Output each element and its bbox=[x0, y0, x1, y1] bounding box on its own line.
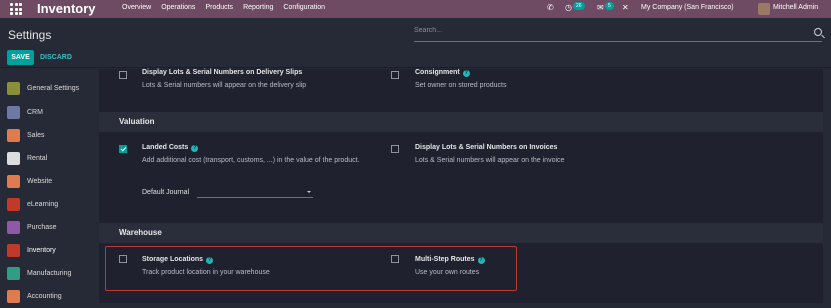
settings-sidebar: General Settings CRM Sales Rental Websit… bbox=[0, 69, 98, 303]
manufacturing-icon bbox=[7, 267, 20, 280]
setting-description: Lots & Serial numbers will appear on the… bbox=[415, 157, 565, 164]
menu-overview[interactable]: Overview bbox=[122, 4, 151, 11]
app-menu-icon[interactable] bbox=[10, 3, 22, 15]
inventory-icon bbox=[7, 244, 20, 257]
section-valuation: Valuation bbox=[99, 112, 823, 132]
sidebar-item-label: Rental bbox=[27, 155, 48, 162]
search-icon[interactable] bbox=[814, 28, 822, 36]
sidebar-item-website[interactable]: Website bbox=[0, 171, 98, 193]
discard-button[interactable]: DISCARD bbox=[40, 50, 72, 65]
save-button[interactable]: SAVE bbox=[7, 50, 34, 65]
menu-configuration[interactable]: Configuration bbox=[283, 4, 325, 11]
setting-title: Display Lots & Serial Numbers on Deliver… bbox=[142, 69, 303, 76]
user-menu[interactable]: Mitchell Admin bbox=[773, 4, 818, 11]
sidebar-item-manufacturing[interactable]: Manufacturing bbox=[0, 263, 98, 285]
sidebar-item-rental[interactable]: Rental bbox=[0, 148, 98, 170]
sidebar-item-elearning[interactable]: eLearning bbox=[0, 194, 98, 216]
sidebar-item-general-settings[interactable]: General Settings bbox=[0, 78, 98, 100]
search-input[interactable] bbox=[414, 27, 794, 34]
messages-icon[interactable]: ✉ bbox=[597, 3, 604, 12]
section-title: Valuation bbox=[119, 117, 155, 126]
app-brand[interactable]: Inventory bbox=[37, 1, 96, 16]
menu-products[interactable]: Products bbox=[205, 4, 233, 11]
setting-title: Display Lots & Serial Numbers on Invoice… bbox=[415, 144, 558, 151]
sidebar-item-label: CRM bbox=[27, 109, 43, 116]
section-warehouse: Warehouse bbox=[99, 223, 823, 243]
sidebar-item-label: Accounting bbox=[27, 293, 62, 300]
sidebar-item-inventory[interactable]: Inventory bbox=[0, 240, 98, 262]
crm-icon bbox=[7, 106, 20, 119]
landed-costs-checkbox[interactable] bbox=[119, 145, 127, 153]
menu-reporting[interactable]: Reporting bbox=[243, 4, 273, 11]
main-menu: Overview Operations Products Reporting C… bbox=[122, 4, 325, 11]
phone-icon[interactable]: ✆ bbox=[547, 3, 554, 12]
consignment-checkbox[interactable] bbox=[391, 71, 399, 79]
company-switcher[interactable]: My Company (San Francisco) bbox=[641, 4, 734, 11]
section-title: Warehouse bbox=[119, 228, 162, 237]
sidebar-item-accounting[interactable]: Accounting bbox=[0, 286, 98, 308]
menu-operations[interactable]: Operations bbox=[161, 4, 195, 11]
avatar[interactable] bbox=[758, 3, 770, 15]
close-icon[interactable]: ✕ bbox=[622, 3, 629, 12]
purchase-icon bbox=[7, 221, 20, 234]
setting-title: Landed Costs? bbox=[142, 144, 199, 152]
sidebar-item-label: Purchase bbox=[27, 224, 57, 231]
search-bar bbox=[414, 26, 822, 42]
sales-icon bbox=[7, 129, 20, 142]
accounting-icon bbox=[7, 290, 20, 303]
sidebar-item-label: eLearning bbox=[27, 201, 59, 208]
rental-icon bbox=[7, 152, 20, 165]
elearning-icon bbox=[7, 198, 20, 211]
sidebar-item-sales[interactable]: Sales bbox=[0, 125, 98, 147]
highlight-box bbox=[105, 246, 517, 291]
help-icon[interactable]: ? bbox=[462, 70, 470, 77]
activity-icon[interactable]: ◷ bbox=[565, 3, 572, 12]
sidebar-item-label: Sales bbox=[27, 132, 45, 139]
gear-icon bbox=[7, 82, 20, 95]
delivery-slip-lots-checkbox[interactable] bbox=[119, 71, 127, 79]
setting-description: Lots & Serial numbers will appear on the… bbox=[142, 82, 307, 89]
sidebar-item-label: Manufacturing bbox=[27, 270, 72, 277]
sidebar-item-purchase[interactable]: Purchase bbox=[0, 217, 98, 239]
default-journal-select[interactable] bbox=[197, 187, 313, 198]
setting-title: Consignment? bbox=[415, 69, 470, 77]
sidebar-item-label: Website bbox=[27, 178, 53, 185]
activity-badge: 26 bbox=[573, 2, 585, 10]
help-icon[interactable]: ? bbox=[191, 145, 199, 152]
sidebar-item-label: Inventory bbox=[27, 247, 56, 254]
sidebar-item-label: General Settings bbox=[27, 85, 80, 92]
top-navbar: Inventory Overview Operations Products R… bbox=[0, 0, 831, 18]
default-journal-label: Default Journal bbox=[142, 189, 190, 196]
setting-description: Add additional cost (transport, customs,… bbox=[142, 157, 360, 164]
page-title: Settings bbox=[8, 28, 52, 42]
website-icon bbox=[7, 175, 20, 188]
setting-description: Set owner on stored products bbox=[415, 82, 507, 89]
messages-badge: 5 bbox=[605, 2, 614, 10]
invoice-lots-checkbox[interactable] bbox=[391, 145, 399, 153]
control-panel: Settings SAVE DISCARD bbox=[0, 18, 831, 68]
sidebar-item-crm[interactable]: CRM bbox=[0, 102, 98, 124]
